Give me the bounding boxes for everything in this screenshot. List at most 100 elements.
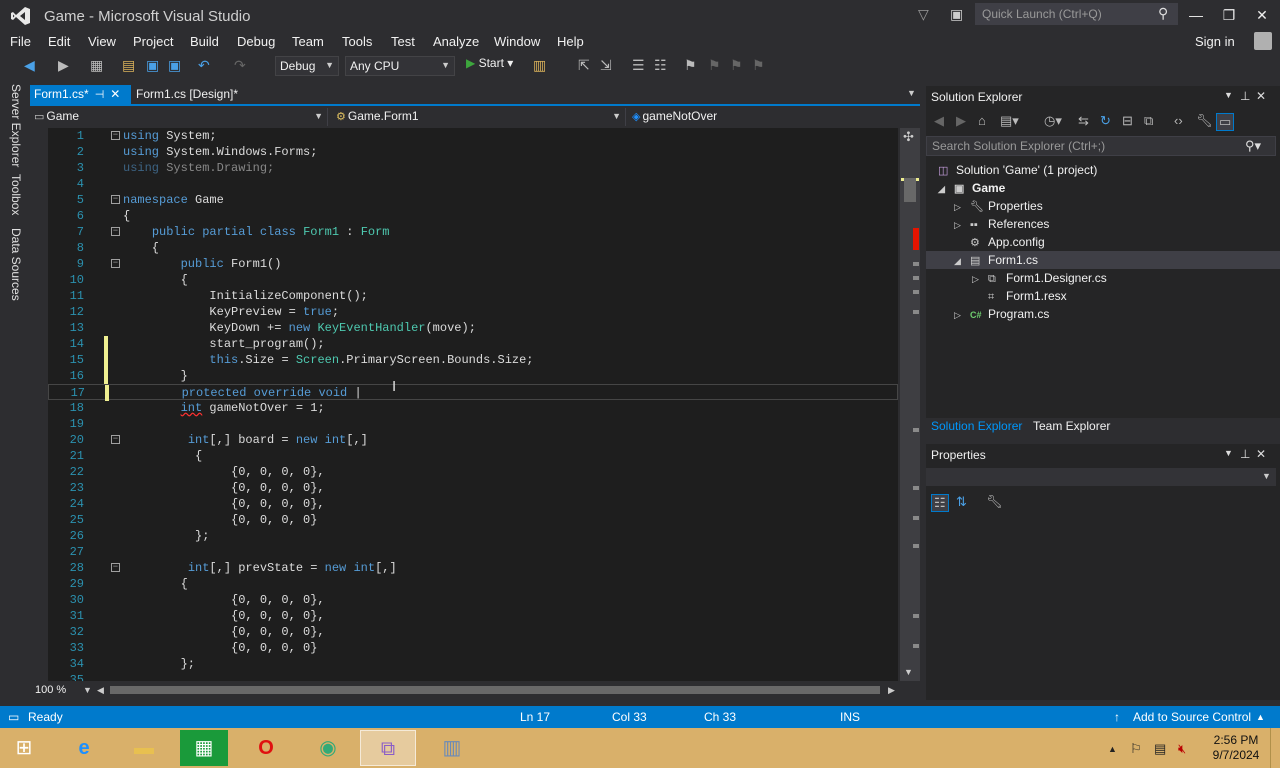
tab-solution-explorer[interactable]: Solution Explorer: [931, 419, 1022, 433]
show-all-files-icon[interactable]: ⧉: [1144, 113, 1153, 129]
fold-minus-icon[interactable]: −: [111, 259, 120, 268]
menu-test[interactable]: Test: [391, 34, 415, 49]
menu-project[interactable]: Project: [133, 34, 173, 49]
start-button[interactable]: ▶ Start ▾: [466, 56, 513, 70]
tree-item-properties[interactable]: ▷ 🔧︎ Properties: [954, 197, 1043, 215]
expanded-icon[interactable]: ◢: [938, 180, 954, 198]
file-explorer-icon[interactable]: ▬: [116, 730, 172, 766]
prev-bookmark-icon[interactable]: ⚑: [708, 57, 721, 74]
start-windows-icon[interactable]: ⊞: [0, 730, 48, 766]
menu-build[interactable]: Build: [190, 34, 219, 49]
collapsed-icon[interactable]: ▷: [954, 198, 970, 216]
pin-icon[interactable]: ⊣: [95, 89, 105, 101]
preview-icon[interactable]: ▭: [1216, 113, 1235, 131]
chevron-up-icon[interactable]: ▲: [1256, 712, 1265, 722]
tree-item-solution[interactable]: ◫ Solution 'Game' (1 project): [938, 161, 1097, 179]
data-sources-tab[interactable]: Data Sources: [9, 228, 23, 301]
zoom-level[interactable]: 100 %: [35, 684, 66, 696]
menu-file[interactable]: File: [10, 34, 31, 49]
solution-search-input[interactable]: Search Solution Explorer (Ctrl+;): [926, 136, 1276, 156]
object-selector[interactable]: [926, 468, 1276, 486]
fold-minus-icon[interactable]: −: [111, 435, 120, 444]
code-editor[interactable]: 1− using System; 2 using System.Windows.Fo…: [48, 128, 898, 681]
network-icon[interactable]: ▤: [1154, 741, 1166, 757]
pin-icon[interactable]: ⊥: [1240, 447, 1250, 461]
close-window-button[interactable]: ✕: [1247, 4, 1277, 26]
tree-item-program-cs[interactable]: ▷ C# Program.cs: [954, 305, 1049, 323]
close-icon[interactable]: ✕: [110, 87, 120, 101]
scroll-right-icon[interactable]: ▶: [888, 685, 895, 696]
platform-select[interactable]: Any CPU ▼: [345, 56, 455, 76]
menu-tools[interactable]: Tools: [342, 34, 372, 49]
pending-changes-icon[interactable]: ◷▾: [1044, 113, 1062, 129]
chrome-icon[interactable]: ◉: [300, 730, 356, 766]
split-window-icon[interactable]: ✣: [903, 129, 914, 145]
tree-item-references[interactable]: ▷ ▪▪ References: [954, 215, 1049, 233]
notification-filter-icon[interactable]: ▽: [918, 6, 929, 23]
taskbar-clock[interactable]: 2:56 PM 9/7/2024: [1208, 733, 1264, 763]
save-icon[interactable]: ▣: [146, 57, 159, 74]
action-center-flag-icon[interactable]: ⚐: [1130, 741, 1142, 757]
fold-minus-icon[interactable]: −: [111, 131, 120, 140]
member-dropdown[interactable]: ◈ gameNotOver: [628, 108, 918, 126]
feedback-icon[interactable]: ▣: [950, 6, 963, 23]
view-code-icon[interactable]: ‹›: [1174, 113, 1183, 128]
undo-icon[interactable]: ↶: [198, 57, 210, 74]
source-control-up-icon[interactable]: ↑: [1114, 710, 1120, 724]
tree-item-project-game[interactable]: ◢ ▣ Game: [938, 179, 1005, 197]
search-icon[interactable]: ⚲: [1158, 5, 1168, 22]
app-window-icon[interactable]: ▥: [424, 730, 480, 766]
minimize-button[interactable]: —: [1181, 4, 1211, 26]
volume-muted-icon[interactable]: 🔇︎: [1178, 741, 1186, 757]
chevron-down-icon[interactable]: ▼: [83, 685, 92, 695]
find-in-files-icon[interactable]: ⇱: [578, 57, 590, 74]
output-icon[interactable]: ▭: [8, 710, 19, 724]
tree-item-form1-resx[interactable]: ⌗ Form1.resx: [972, 287, 1067, 305]
bookmark-icon[interactable]: ⚑: [684, 57, 697, 74]
pin-icon[interactable]: ⊥: [1240, 89, 1250, 103]
tab-form1-design[interactable]: Form1.cs [Design]*: [134, 85, 240, 106]
back-icon[interactable]: ◀: [24, 57, 35, 74]
restore-button[interactable]: ❐: [1214, 4, 1244, 26]
collapsed-icon[interactable]: ▷: [954, 216, 970, 234]
solution-configs-icon[interactable]: ⇲: [600, 57, 612, 74]
show-desktop-button[interactable]: [1270, 728, 1280, 768]
browser-link-icon[interactable]: ▥: [533, 57, 546, 74]
clear-bookmarks-icon[interactable]: ⚑: [752, 57, 765, 74]
tray-chevron-up-icon[interactable]: ▲: [1108, 744, 1117, 754]
menu-debug[interactable]: Debug: [237, 34, 275, 49]
scroll-left-icon[interactable]: ◀: [97, 685, 104, 696]
scrollbar-thumb[interactable]: [904, 178, 916, 202]
menu-team[interactable]: Team: [292, 34, 324, 49]
back-icon[interactable]: ◀: [934, 113, 944, 129]
close-icon[interactable]: ✕: [1256, 447, 1266, 461]
tab-overflow-icon[interactable]: ▼: [907, 88, 916, 98]
categorized-icon[interactable]: ☷: [931, 494, 949, 512]
menu-window[interactable]: Window: [494, 34, 540, 49]
properties-wrench-icon[interactable]: 🔧︎: [1196, 113, 1213, 129]
collapsed-icon[interactable]: ▷: [954, 306, 970, 324]
sign-in-link[interactable]: Sign in: [1195, 34, 1235, 49]
home-icon[interactable]: ⌂: [978, 113, 986, 128]
project-dropdown[interactable]: ▭ Game ▼: [30, 108, 328, 126]
store-icon[interactable]: ▦: [180, 730, 228, 766]
new-project-icon[interactable]: ▦: [90, 57, 103, 74]
expanded-icon[interactable]: ◢: [954, 252, 970, 270]
tab-form1-cs[interactable]: Form1.cs* ⊣ ✕: [30, 85, 131, 106]
panel-menu-icon[interactable]: ▼: [1224, 90, 1233, 100]
menu-help[interactable]: Help: [557, 34, 584, 49]
horizontal-scrollbar-thumb[interactable]: [110, 686, 880, 694]
fold-minus-icon[interactable]: −: [111, 563, 120, 572]
uncomment-icon[interactable]: ☷: [654, 57, 667, 74]
configuration-select[interactable]: Debug ▼: [275, 56, 339, 76]
collapse-all-icon[interactable]: ⊟: [1122, 113, 1133, 129]
alphabetical-icon[interactable]: ⇅: [956, 494, 967, 510]
comment-icon[interactable]: ☰: [632, 57, 645, 74]
property-pages-icon[interactable]: 🔧︎: [986, 494, 1003, 510]
forward-icon[interactable]: ▶: [956, 113, 966, 129]
collapsed-icon[interactable]: ▷: [972, 270, 988, 288]
forward-icon[interactable]: ▶: [58, 57, 69, 74]
server-explorer-tab[interactable]: Server Explorer: [9, 84, 23, 167]
menu-view[interactable]: View: [88, 34, 116, 49]
add-to-source-control[interactable]: Add to Source Control: [1133, 710, 1251, 724]
